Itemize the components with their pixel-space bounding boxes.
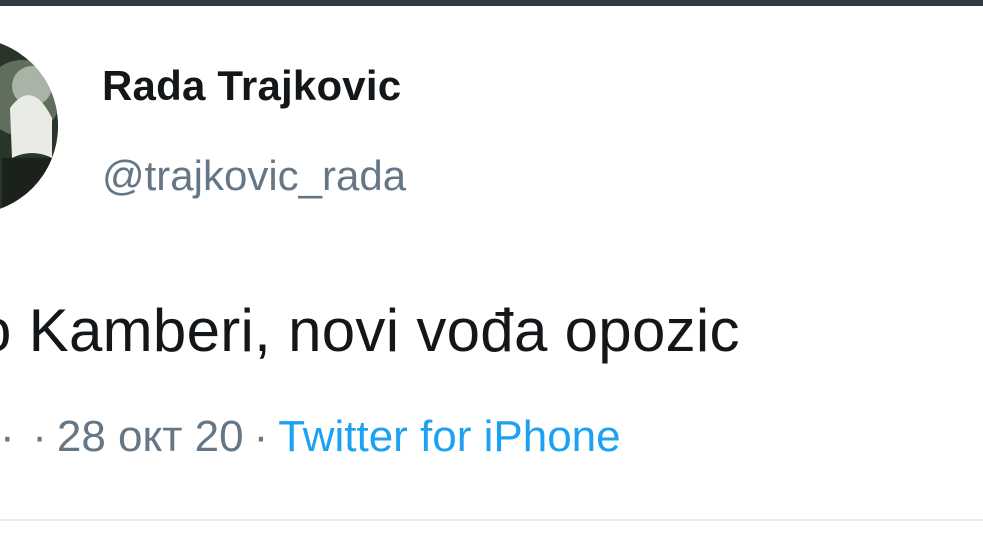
avatar[interactable] [0, 38, 58, 214]
leading-dot: · [0, 412, 15, 461]
tweet-date[interactable]: 28 окт 20 [57, 412, 244, 461]
avatar-photo-icon [0, 38, 58, 214]
tweet-source-link[interactable]: Twitter for iPhone [278, 412, 620, 461]
divider [0, 519, 983, 521]
author-handle[interactable]: @trajkovic_rada [102, 152, 406, 200]
tweet-text: o Kamberi, novi vođa opozic [0, 297, 740, 364]
meta-separator: · [32, 412, 47, 461]
tweet-meta: · · 28 окт 20 · Twitter for iPhone [0, 412, 621, 462]
top-bar [0, 0, 983, 6]
author-display-name[interactable]: Rada Trajkovic [102, 62, 401, 110]
tweet-screenshot: Rada Trajkovic @trajkovic_rada o Kamberi… [0, 0, 983, 546]
meta-separator: · [253, 412, 269, 461]
